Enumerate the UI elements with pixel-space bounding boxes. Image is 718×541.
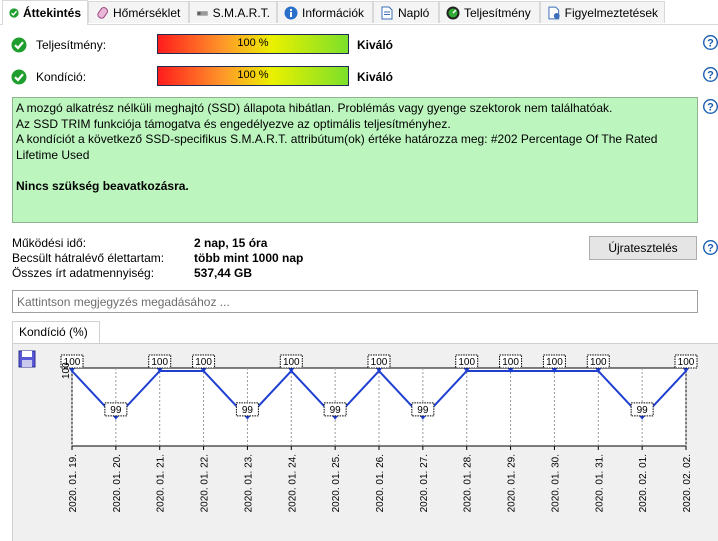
document-icon [381,6,393,19]
data-label: 100 [678,357,695,368]
x-tick-label: 2020. 01. 26. [375,454,386,512]
tab-temperature[interactable]: Hőmérséklet [88,1,189,23]
info-action: Nincs szükség beavatkozásra. [16,179,189,193]
x-tick-label: 2020. 02. 02. [682,454,693,512]
data-label: 100 [195,357,212,368]
x-tick-label: 2020. 01. 31. [594,454,605,512]
performance-percent: 100 % [237,37,269,49]
data-label: 99 [417,405,429,416]
health-row: Kondíció: 100 % Kiváló [0,65,718,89]
tab-label: Hőmérséklet [113,5,181,20]
performance-bar: 100 % [157,34,349,54]
plot-area [71,367,687,447]
tab-label: Figyelmeztetések [564,5,658,20]
written-data-label: Összes írt adatmennyiség: [12,266,155,280]
remaining-life-value: több mint 1000 nap [194,251,304,265]
help-icon[interactable]: ? [703,67,718,82]
x-tick-label: 2020. 01. 30. [550,454,561,512]
info-icon [284,6,298,19]
alert-document-icon [548,6,560,19]
written-data-value: 537,44 GB [194,266,253,280]
help-icon[interactable]: ? [703,35,718,50]
x-tick-label: 2020. 01. 24. [287,454,298,512]
health-percent: 100 % [237,69,269,81]
health-label: Kondíció: [36,70,87,84]
svg-text:?: ? [707,70,714,82]
svg-text:?: ? [707,102,714,114]
drive-icon [196,10,208,16]
x-tick-label: 2020. 01. 20. [112,454,123,512]
x-tick-label: 2020. 01. 29. [507,454,518,512]
data-label: 99 [242,405,254,416]
remaining-life-label: Becsült hátralévő élettartam: [12,251,165,265]
x-tick-label: 2020. 01. 23. [243,454,254,512]
tab-label: Áttekintés [22,6,81,20]
tab-bar: Áttekintés Hőmérséklet S.M.A.R.T. Inform… [0,0,718,25]
tab-label: Információk [302,5,365,20]
check-circle-icon [9,8,19,18]
data-label: 99 [637,405,649,416]
check-circle-icon [11,37,27,53]
tab-label: Napló [398,5,430,20]
data-label: 100 [590,357,607,368]
gauge-icon [446,6,460,19]
tab-alerts[interactable]: Figyelmeztetések [540,1,665,23]
tab-smart[interactable]: S.M.A.R.T. [189,1,277,23]
health-chart: 2020. 01. 19. 2020. 01. 20. 2020. 01. 21. 2… [60,354,698,512]
info-line: Az SSD TRIM funkciója támogatva és enged… [16,116,451,131]
tab-label: Teljesítmény [464,5,531,20]
tab-log[interactable]: Napló [373,1,439,23]
tab-overview[interactable]: Áttekintés [2,0,88,25]
status-info-box: A mozgó alkatrész nélküli meghajtó (SSD)… [12,97,698,223]
y-tick-label: 100 [61,362,72,379]
check-circle-icon [11,69,27,85]
performance-label: Teljesítmény: [36,38,107,52]
data-label: 100 [371,357,388,368]
data-label: 100 [283,357,300,368]
data-label: 100 [151,357,168,368]
data-label: 99 [110,405,122,416]
x-tick-label: 2020. 02. 01. [638,454,649,512]
svg-text:?: ? [707,38,714,50]
health-bar: 100 % [157,66,349,86]
performance-row: Teljesítmény: 100 % Kiváló [0,33,718,57]
uptime-value: 2 nap, 15 óra [194,236,268,250]
help-icon[interactable]: ? [703,99,718,114]
help-icon[interactable]: ? [703,240,718,255]
info-line: A mozgó alkatrész nélküli meghajtó (SSD)… [16,101,613,115]
x-tick-label: 2020. 01. 21. [156,454,167,512]
data-label: 100 [502,357,519,368]
performance-status: Kiváló [357,38,394,52]
x-tick-label: 2020. 01. 28. [463,454,474,512]
data-label: 100 [458,357,475,368]
x-tick-label: 2020. 01. 25. [331,454,342,512]
info-line: A kondíciót a következő SSD-specifikus S… [16,132,658,162]
data-label: 100 [546,357,563,368]
tab-performance[interactable]: Teljesítmény [439,1,540,23]
x-tick-label: 2020. 01. 27. [419,454,430,512]
health-status: Kiváló [357,70,394,84]
data-label: 99 [330,405,342,416]
thermometer-icon [97,6,109,19]
x-tick-label: 2020. 01. 19. [68,454,79,512]
tab-label: S.M.A.R.T. [212,5,270,20]
svg-text:?: ? [707,243,714,255]
tab-information[interactable]: Információk [277,1,373,23]
x-tick-label: 2020. 01. 22. [200,454,211,512]
retest-button[interactable]: Újratesztelés [589,236,697,260]
uptime-label: Működési idő: [12,236,87,250]
note-input[interactable] [12,290,698,313]
